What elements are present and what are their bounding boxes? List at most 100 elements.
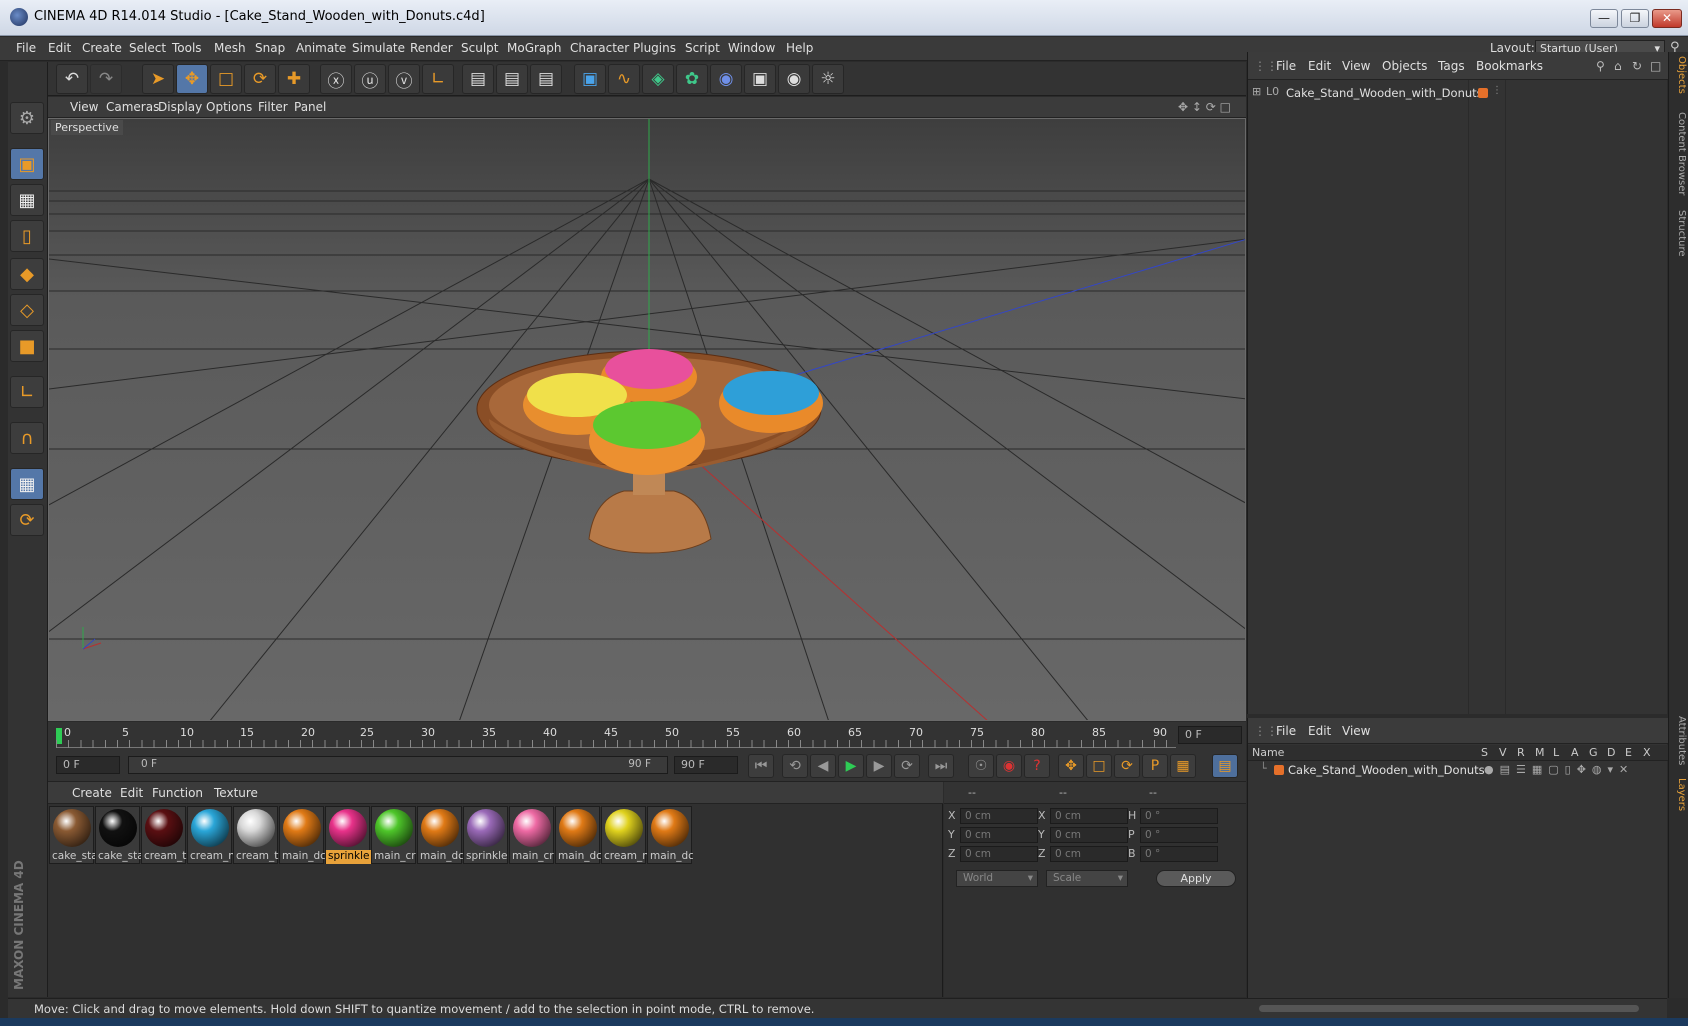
play-icon[interactable]: ▶ bbox=[838, 754, 864, 778]
coord-value-field[interactable]: 0 cm bbox=[960, 808, 1038, 824]
prev-frame-icon[interactable]: ◀ bbox=[810, 754, 836, 778]
perspective-viewport[interactable]: Perspective bbox=[48, 118, 1246, 721]
material-label[interactable]: sprinkle bbox=[464, 850, 509, 864]
vp-menu-cameras[interactable]: Cameras bbox=[106, 100, 159, 114]
coord-value-field[interactable]: 0 cm bbox=[960, 846, 1038, 862]
menu-file[interactable]: File bbox=[16, 41, 36, 55]
material-swatch[interactable]: cream_t bbox=[233, 806, 278, 864]
vp-menu-options[interactable]: Options bbox=[206, 100, 252, 114]
redo-icon[interactable]: ↷ bbox=[90, 64, 122, 94]
col-a[interactable]: A bbox=[1571, 746, 1579, 759]
keyframe-selection-icon[interactable]: ? bbox=[1024, 754, 1050, 778]
col-e[interactable]: E bbox=[1625, 746, 1632, 759]
workplane-mode-icon[interactable]: ▯ bbox=[10, 220, 44, 252]
material-label[interactable]: main_dc bbox=[648, 850, 693, 864]
undo-icon[interactable]: ↶ bbox=[56, 64, 88, 94]
vp-menu-display[interactable]: Display bbox=[158, 100, 202, 114]
rotate-tool-icon[interactable]: ⟳ bbox=[244, 64, 276, 94]
material-swatch[interactable]: main_dc bbox=[417, 806, 463, 864]
polygons-mode-icon[interactable]: ■ bbox=[10, 330, 44, 362]
col-name[interactable]: Name bbox=[1252, 746, 1284, 759]
layer-color-tag[interactable] bbox=[1478, 88, 1488, 98]
snap-grid-icon[interactable]: ▦ bbox=[10, 468, 44, 500]
obj-menu-view[interactable]: View bbox=[1342, 59, 1370, 73]
col-x[interactable]: X bbox=[1643, 746, 1651, 759]
tab-content-browser[interactable]: Content Browser bbox=[1671, 112, 1687, 195]
col-m[interactable]: M bbox=[1535, 746, 1545, 759]
obj-menu-file[interactable]: File bbox=[1276, 59, 1296, 73]
menu-animate[interactable]: Animate bbox=[296, 41, 346, 55]
material-label[interactable]: main_dc bbox=[556, 850, 601, 864]
key-position-icon[interactable]: ✥ bbox=[1058, 754, 1084, 778]
points-mode-icon[interactable]: ◆ bbox=[10, 258, 44, 290]
restore-button[interactable]: ❐ bbox=[1621, 9, 1649, 28]
menu-window[interactable]: Window bbox=[728, 41, 775, 55]
material-label[interactable]: sprinkle bbox=[326, 850, 371, 864]
coord-value-field[interactable]: 0 ° bbox=[1140, 827, 1218, 843]
cube-primitive-icon[interactable]: ▣ bbox=[574, 64, 606, 94]
material-swatch[interactable]: main_dc bbox=[647, 806, 693, 864]
material-label[interactable]: cream_t bbox=[142, 850, 187, 864]
col-r[interactable]: R bbox=[1517, 746, 1525, 759]
layer-menu-edit[interactable]: Edit bbox=[1308, 724, 1331, 738]
start-frame-field[interactable]: 0 F bbox=[56, 756, 120, 774]
axis-mode-icon[interactable]: ∟ bbox=[10, 376, 44, 408]
object-row[interactable]: ⊞ L0 Cake_Stand_Wooden_with_Donuts ⋮ bbox=[1252, 85, 1652, 103]
layer-menu-view[interactable]: View bbox=[1342, 724, 1370, 738]
layer-name[interactable]: Cake_Stand_Wooden_with_Donuts bbox=[1288, 763, 1485, 777]
apply-button[interactable]: Apply bbox=[1156, 870, 1236, 887]
goto-start-icon[interactable]: ⏮ bbox=[748, 754, 774, 778]
coord-value-field[interactable]: 0 ° bbox=[1140, 846, 1218, 862]
magnet-icon[interactable]: ∩ bbox=[10, 422, 44, 454]
material-label[interactable]: main_dc bbox=[418, 850, 463, 864]
scrollbar-thumb[interactable] bbox=[1259, 1005, 1639, 1012]
mat-menu-edit[interactable]: Edit bbox=[120, 786, 143, 800]
col-v[interactable]: V bbox=[1499, 746, 1507, 759]
obj-search-icon[interactable]: ⚲ bbox=[1596, 59, 1605, 73]
material-swatch[interactable]: cream_t bbox=[141, 806, 186, 864]
record-keys-icon[interactable]: ☉ bbox=[968, 754, 994, 778]
coord-value-field[interactable]: 0 ° bbox=[1140, 808, 1218, 824]
obj-menu-objects[interactable]: Objects bbox=[1382, 59, 1427, 73]
prev-key-icon[interactable]: ⟲ bbox=[782, 754, 808, 778]
tab-objects[interactable]: Objects bbox=[1671, 56, 1687, 94]
coord-value-field[interactable]: 0 cm bbox=[960, 827, 1038, 843]
new-window-icon[interactable]: □ bbox=[1650, 59, 1661, 73]
key-scale-icon[interactable]: □ bbox=[1086, 754, 1112, 778]
camera-icon[interactable]: ◉ bbox=[778, 64, 810, 94]
menu-render[interactable]: Render bbox=[410, 41, 453, 55]
coord-value-field[interactable]: 0 cm bbox=[1050, 846, 1128, 862]
material-label[interactable]: cream_t bbox=[234, 850, 279, 864]
light-icon[interactable]: ☼ bbox=[812, 64, 844, 94]
subdivision-surface-icon[interactable]: ◈ bbox=[642, 64, 674, 94]
array-generator-icon[interactable]: ✿ bbox=[676, 64, 708, 94]
material-swatch[interactable]: cream_n bbox=[187, 806, 233, 864]
render-picture-viewer-icon[interactable]: ▤ bbox=[496, 64, 528, 94]
goto-end-icon[interactable]: ⏭ bbox=[928, 754, 954, 778]
key-rotation-icon[interactable]: ⟳ bbox=[1114, 754, 1140, 778]
floor-scene-icon[interactable]: ▣ bbox=[744, 64, 776, 94]
current-frame-field[interactable]: 0 F bbox=[1178, 726, 1242, 744]
obj-menu-bookmarks[interactable]: Bookmarks bbox=[1476, 59, 1543, 73]
recent-tool-icon[interactable]: ✚ bbox=[278, 64, 310, 94]
menu-create[interactable]: Create bbox=[82, 41, 122, 55]
material-swatch[interactable]: main_dc bbox=[555, 806, 601, 864]
x-axis-lock-icon[interactable]: ⓧ bbox=[320, 64, 352, 94]
material-swatch[interactable]: cream_n bbox=[601, 806, 647, 864]
object-mode-icon[interactable]: ▣ bbox=[10, 148, 44, 180]
tab-attributes[interactable]: Attributes bbox=[1671, 716, 1687, 765]
scale-tool-icon[interactable]: □ bbox=[210, 64, 242, 94]
visibility-dots-icon[interactable]: ⋮ bbox=[1492, 85, 1502, 96]
material-label[interactable]: cream_n bbox=[188, 850, 233, 864]
menu-help[interactable]: Help bbox=[786, 41, 813, 55]
viewport-nav-icons[interactable]: ✥ ↕ ⟳ □ bbox=[1178, 100, 1231, 114]
end-frame-field[interactable]: 90 F bbox=[674, 756, 738, 774]
render-settings-icon[interactable]: ▤ bbox=[530, 64, 562, 94]
material-swatch[interactable]: cake_sta bbox=[95, 806, 141, 864]
coordinate-system-icon[interactable]: ∟ bbox=[422, 64, 454, 94]
key-parameter-icon[interactable]: P bbox=[1142, 754, 1168, 778]
material-swatch[interactable]: main_cr bbox=[371, 806, 416, 864]
obj-menu-tags[interactable]: Tags bbox=[1438, 59, 1465, 73]
vp-menu-view[interactable]: View bbox=[70, 100, 98, 114]
tab-structure[interactable]: Structure bbox=[1671, 210, 1687, 257]
